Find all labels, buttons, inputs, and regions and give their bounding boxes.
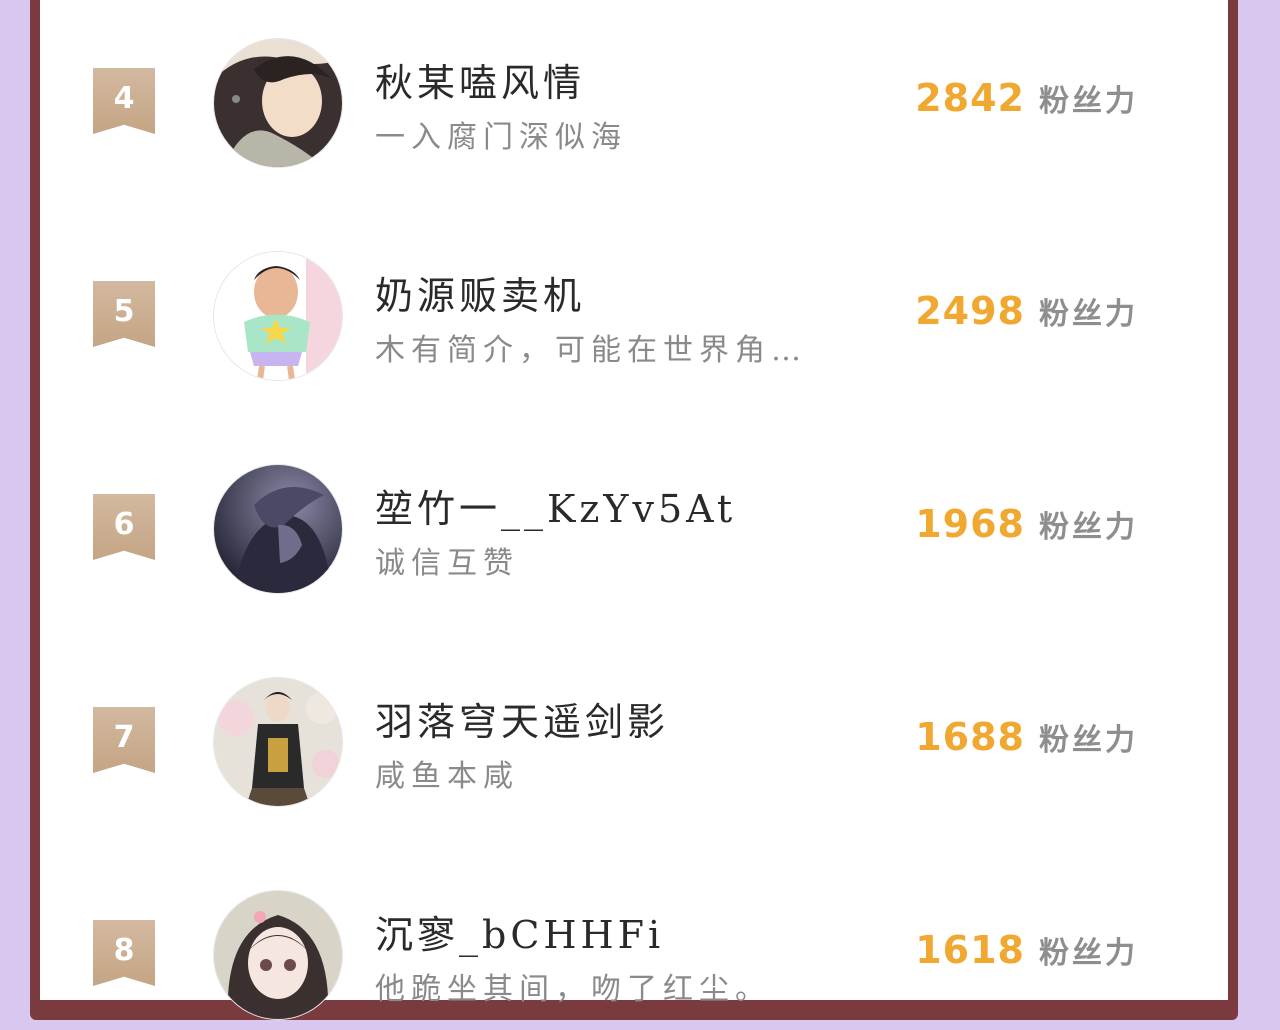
user-bio: 咸鱼本咸: [375, 759, 519, 794]
fan-power-value: 1968: [915, 502, 1025, 546]
user-avatar[interactable]: [213, 890, 343, 1020]
leaderboard-row[interactable]: 8 沉寥_bCHHFi 他跪坐其间，吻了红尘。 1618 粉丝力: [40, 890, 1228, 1030]
fan-power-label: 粉丝力: [1039, 297, 1138, 332]
fan-power: 1688 粉丝力: [915, 715, 1138, 759]
rank-badge: 5: [93, 281, 155, 347]
fan-power-label: 粉丝力: [1039, 936, 1138, 971]
fan-power: 1618 粉丝力: [915, 928, 1138, 972]
leaderboard-panel: 4 秋某嗑风情 一入腐门深似海 2842 粉丝力 5 奶源贩卖机 木有简介，可能…: [40, 0, 1228, 1020]
fan-power-value: 1618: [915, 928, 1025, 972]
user-bio: 诚信互赞: [375, 546, 519, 581]
rank-badge: 4: [93, 68, 155, 134]
rank-badge: 8: [93, 920, 155, 986]
fan-power: 2498 粉丝力: [915, 289, 1138, 333]
cartoon-avatar-icon: [214, 252, 342, 380]
leaderboard-row[interactable]: 5 奶源贩卖机 木有简介，可能在世界角… 2498 粉丝力: [40, 251, 1228, 391]
fan-power-value: 1688: [915, 715, 1025, 759]
user-name[interactable]: 奶源贩卖机: [375, 265, 585, 320]
user-bio: 一入腐门深似海: [375, 120, 627, 155]
leaderboard-row[interactable]: 6 堃竹一__KzYv5At 诚信互赞 1968 粉丝力: [40, 464, 1228, 604]
user-avatar[interactable]: [213, 677, 343, 807]
user-bio: 他跪坐其间，吻了红尘。: [375, 972, 771, 1007]
user-avatar[interactable]: [213, 464, 343, 594]
dark-portrait-avatar-icon: [214, 465, 342, 593]
user-name[interactable]: 秋某嗑风情: [375, 52, 585, 107]
warrior-avatar-icon: [214, 678, 342, 806]
anime-avatar-icon: [214, 39, 342, 167]
rank-badge: 6: [93, 494, 155, 560]
fan-power-value: 2842: [915, 76, 1025, 120]
fan-power-label: 粉丝力: [1039, 84, 1138, 119]
user-name[interactable]: 堃竹一__KzYv5At: [375, 478, 736, 533]
fan-power: 2842 粉丝力: [915, 76, 1138, 120]
fan-power-value: 2498: [915, 289, 1025, 333]
fan-power-label: 粉丝力: [1039, 723, 1138, 758]
user-avatar[interactable]: [213, 251, 343, 381]
fan-power: 1968 粉丝力: [915, 502, 1138, 546]
rank-badge: 7: [93, 707, 155, 773]
user-name[interactable]: 沉寥_bCHHFi: [375, 904, 664, 959]
leaderboard-row[interactable]: 4 秋某嗑风情 一入腐门深似海 2842 粉丝力: [40, 38, 1228, 178]
user-name[interactable]: 羽落穹天遥剑影: [375, 691, 669, 746]
user-avatar[interactable]: [213, 38, 343, 168]
fan-power-label: 粉丝力: [1039, 510, 1138, 545]
user-bio: 木有简介，可能在世界角…: [375, 333, 807, 368]
leaderboard-row[interactable]: 7 羽落穹天遥剑影 咸鱼本咸 1688 粉丝力: [40, 677, 1228, 817]
